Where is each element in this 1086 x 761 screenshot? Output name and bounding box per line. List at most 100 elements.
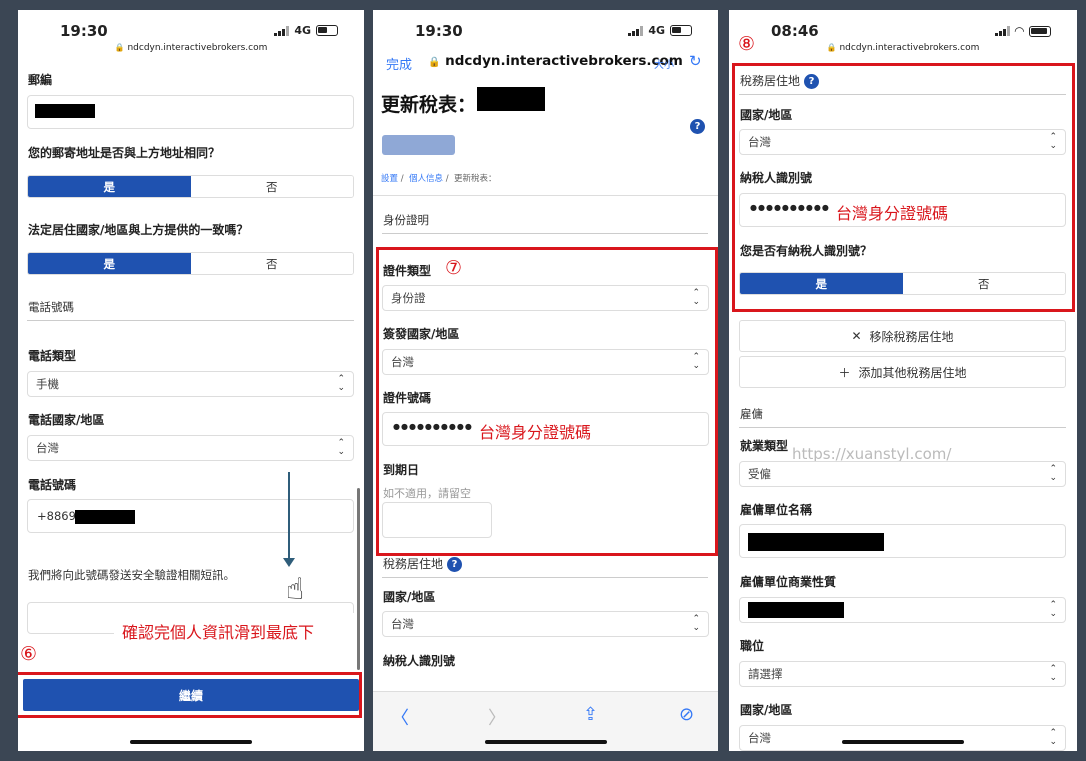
redacted-block (35, 104, 95, 118)
employer-name-label: 雇傭單位名稱 (740, 503, 813, 517)
lock-icon: 🔒 (826, 43, 837, 52)
position-select[interactable]: 請選擇 ⌃ ⌄ (739, 661, 1066, 687)
url-bar[interactable]: 🔒 ndcdyn.interactivebrokers.com (18, 43, 364, 53)
employer-business-select[interactable]: ⌃ ⌄ (739, 597, 1066, 623)
status-bar: 19:30 4G (373, 10, 718, 52)
phone-prefix: +8869 (37, 509, 76, 523)
phone-type-label: 電話類型 (28, 349, 77, 363)
postal-label: 郵編 (28, 73, 53, 87)
yes-option[interactable]: 是 (740, 273, 903, 294)
close-icon: ✕ (851, 329, 862, 343)
scrollbar[interactable] (357, 488, 360, 670)
done-button[interactable]: 完成 (386, 54, 412, 73)
chevron-updown-icon: ⌃ ⌄ (692, 352, 700, 371)
has-tin-question: 您是否有納稅人識別號？ (740, 244, 873, 258)
help-icon[interactable]: ? (804, 74, 820, 89)
breadcrumb: 設置 / 個人信息 / 更新稅表： (381, 174, 497, 184)
employer-name-input[interactable] (739, 524, 1066, 558)
no-option[interactable]: 否 (902, 273, 1065, 294)
doc-number-label: 證件號碼 (383, 391, 432, 405)
help-icon[interactable]: ? (447, 557, 463, 572)
doc-type-select[interactable]: 身份證 ⌃ ⌄ (382, 285, 709, 311)
masked-value: ●●●●●●●●●● (750, 203, 830, 212)
employment-type-select[interactable]: 受僱 ⌃ ⌄ (739, 461, 1066, 487)
status-bar: 08:46 ◠ 🔒 ndcdyn.interactivebrokers.com (729, 10, 1077, 53)
down-arrow-icon (288, 472, 290, 564)
chevron-updown-icon: ⌃ ⌄ (1049, 464, 1057, 483)
expiry-label: 到期日 (383, 463, 420, 477)
chevron-updown-icon: ⌃ ⌄ (337, 438, 345, 457)
reload-icon[interactable]: ↻ (689, 52, 702, 70)
step-number: ⑧ (738, 33, 756, 55)
country-label: 國家/地區 (383, 590, 436, 604)
doc-number-input[interactable]: ●●●●●●●●●● 台灣身分證號碼 (382, 412, 709, 446)
employer-business-label: 雇傭單位商業性質 (740, 575, 837, 589)
home-indicator (130, 740, 252, 744)
chevron-updown-icon: ⌃ ⌄ (1049, 132, 1057, 151)
hand-pointer-icon: ☝ (286, 572, 305, 607)
signal-icon (274, 25, 290, 36)
same-address-toggle: 是 否 (27, 175, 354, 198)
text-size-button[interactable]: 大小 (654, 56, 674, 71)
chevron-updown-icon: ⌃ ⌄ (337, 374, 345, 393)
compass-icon[interactable]: ⊘ (679, 704, 694, 725)
no-option[interactable]: 否 (190, 253, 353, 274)
lock-icon: 🔒 (114, 43, 125, 52)
chevron-updown-icon: ⌃ ⌄ (1049, 600, 1057, 619)
residence-toggle: 是 否 (27, 252, 354, 275)
divider (739, 94, 1066, 95)
postal-input[interactable] (27, 95, 354, 129)
remove-tax-residence-button[interactable]: ✕ 移除稅務居住地 (739, 320, 1066, 352)
annotation-text: 台灣身分證號碼 (479, 423, 592, 442)
network-type: 4G (648, 24, 665, 37)
residence-question: 法定居住國家/地區與上方提供的一致嗎？ (28, 223, 249, 237)
back-icon[interactable]: 〈 (391, 704, 409, 730)
tin-input[interactable]: ●●●●●●●●●● 台灣身分證號碼 (739, 193, 1066, 227)
tax-residence-title: 稅務居住地? (383, 555, 463, 572)
phone-number-input[interactable]: +8869 (27, 499, 354, 533)
url-bar[interactable]: 🔒 ndcdyn.interactivebrokers.com (729, 43, 1077, 53)
yes-option[interactable]: 是 (28, 176, 191, 197)
action-button[interactable] (382, 135, 455, 155)
add-tax-residence-button[interactable]: ＋添加其他稅務居住地 (739, 356, 1066, 388)
employment-section-title: 雇傭 (740, 407, 763, 421)
country-select-2[interactable]: 台灣 ⌃ ⌄ (739, 725, 1066, 751)
id-section-title: 身份證明 (383, 213, 429, 227)
phone-country-label: 電話國家/地區 (28, 413, 105, 427)
phone-country-select[interactable]: 台灣 ⌃ ⌄ (27, 435, 354, 461)
share-icon[interactable]: ⇪ (583, 704, 598, 725)
chevron-updown-icon: ⌃ ⌄ (692, 614, 700, 633)
signal-icon (994, 26, 1010, 36)
wifi-icon: ◠ (1014, 24, 1024, 38)
page-title: 更新稅表： (381, 94, 477, 116)
chevron-updown-icon: ⌃ ⌄ (1049, 664, 1057, 683)
redacted-block (75, 510, 135, 524)
help-icon[interactable]: ? (690, 116, 705, 135)
doc-type-label: 證件類型 (383, 264, 432, 278)
no-option[interactable]: 否 (190, 176, 353, 197)
yes-option[interactable]: 是 (28, 253, 191, 274)
forward-icon[interactable]: 〉 (488, 704, 506, 730)
battery-icon (316, 25, 338, 36)
lock-icon: 🔒 (428, 57, 441, 68)
issuing-country-select[interactable]: 台灣 ⌃ ⌄ (382, 349, 709, 375)
continue-button[interactable]: 繼續 (23, 679, 359, 711)
url-bar[interactable]: 🔒 ndcdyn.interactivebrokers.com (428, 53, 683, 69)
phone-number-label: 電話號碼 (28, 478, 77, 492)
phone-screen-2: 19:30 4G 完成 🔒 ndcdyn.interactivebrokers.… (373, 10, 718, 751)
status-time: 19:30 (60, 22, 108, 40)
redacted-block (748, 602, 844, 618)
phone-section-title: 電話號碼 (28, 300, 74, 314)
has-tin-toggle: 是 否 (739, 272, 1066, 295)
expiry-input[interactable] (382, 502, 492, 538)
country-select[interactable]: 台灣 ⌃ ⌄ (739, 129, 1066, 155)
home-indicator (484, 740, 607, 744)
phone-type-select[interactable]: 手機 ⌃ ⌄ (27, 371, 354, 397)
masked-value: ●●●●●●●●●● (393, 422, 473, 431)
country-label: 國家/地區 (740, 108, 793, 122)
country-select[interactable]: 台灣 ⌃ ⌄ (382, 611, 709, 637)
country-label-2: 國家/地區 (740, 703, 793, 717)
tin-label: 納稅人識別號 (383, 654, 456, 668)
battery-icon (1029, 25, 1051, 37)
position-label: 職位 (740, 639, 765, 653)
